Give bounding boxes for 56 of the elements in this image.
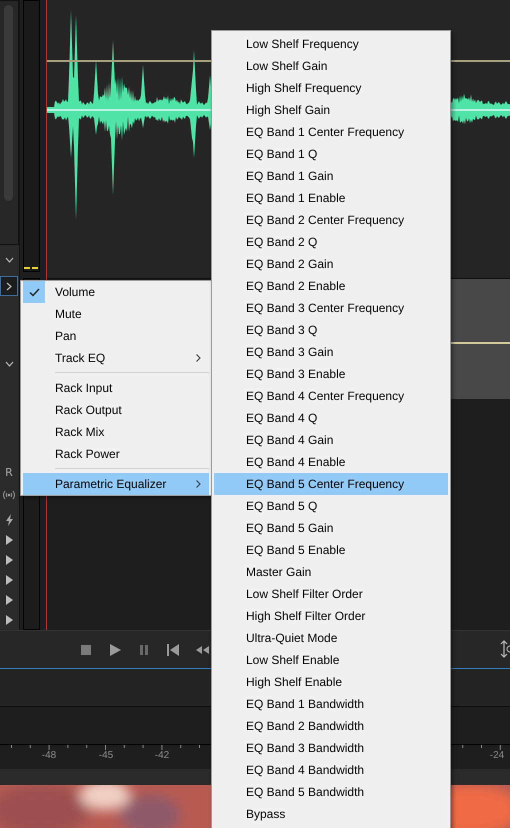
menu-item[interactable]: Bypass [214, 803, 448, 825]
menu-item[interactable]: Low Shelf Filter Order [214, 583, 448, 605]
menu-item[interactable]: EQ Band 5 Enable [214, 539, 448, 561]
expand-button[interactable] [0, 276, 18, 296]
ruler-label: -42 [154, 750, 170, 761]
menu-item[interactable]: Mute [23, 303, 209, 325]
menu-item[interactable]: Rack Mix [23, 421, 209, 443]
play-icon[interactable] [108, 642, 122, 656]
record-label[interactable]: R [0, 462, 18, 482]
menu-item[interactable]: EQ Band 3 Q [214, 319, 448, 341]
menu-item[interactable]: EQ Band 1 Gain [214, 165, 448, 187]
menu-item[interactable]: High Shelf Filter Order [214, 605, 448, 627]
pause-icon[interactable] [137, 642, 151, 656]
menu-item[interactable]: EQ Band 1 Enable [214, 187, 448, 209]
menu-item[interactable]: High Shelf Gain [214, 99, 448, 121]
menu-item[interactable]: EQ Band 4 Bandwidth [214, 759, 448, 781]
menu-item[interactable]: Master Gain [214, 561, 448, 583]
menu-item[interactable]: EQ Band 2 Q [214, 231, 448, 253]
menu-item[interactable]: EQ Band 4 Center Frequency [214, 385, 448, 407]
menu-item[interactable]: EQ Band 1 Q [214, 143, 448, 165]
menu-item[interactable]: EQ Band 5 Center Frequency [214, 473, 448, 495]
menu-item[interactable]: Low Shelf Enable [214, 649, 448, 671]
menu-item[interactable]: EQ Band 4 Gain [214, 429, 448, 451]
menu-item[interactable]: EQ Band 4 Enable [214, 451, 448, 473]
menu-item[interactable]: EQ Band 5 Q [214, 495, 448, 517]
menu-item[interactable]: EQ Band 1 Center Frequency [214, 121, 448, 143]
menu-item[interactable]: Ultra-Quiet Mode [214, 627, 448, 649]
menu-item[interactable]: EQ Band 3 Gain [214, 341, 448, 363]
menu-item[interactable]: EQ Band 5 Bandwidth [214, 781, 448, 803]
vertical-zoom-icon[interactable] [500, 640, 510, 658]
menu-item[interactable]: EQ Band 1 Bandwidth [214, 693, 448, 715]
chevron-right-icon [6, 282, 12, 291]
menu-item[interactable]: Low Shelf Frequency [214, 33, 448, 55]
menu-item[interactable]: EQ Band 3 Center Frequency [214, 297, 448, 319]
menu-item[interactable]: EQ Band 3 Enable [214, 363, 448, 385]
menu-item[interactable]: EQ Band 2 Enable [214, 275, 448, 297]
menu-item[interactable]: Track EQ [23, 347, 209, 369]
menu-item[interactable]: Rack Input [23, 377, 209, 399]
menu-item[interactable]: EQ Band 4 Q [214, 407, 448, 429]
skip-back-icon[interactable] [166, 642, 180, 656]
ruler-label: -48 [42, 750, 56, 761]
menu-item[interactable]: Rack Output [23, 399, 209, 421]
menu-item[interactable]: High Shelf Frequency [214, 77, 448, 99]
menu-item[interactable]: EQ Band 2 Bandwidth [214, 715, 448, 737]
menu-item[interactable]: Rack Power [23, 443, 209, 465]
menu-item[interactable]: Low Shelf Gain [214, 55, 448, 77]
stop-icon[interactable] [79, 642, 93, 656]
menu-item[interactable]: Pan [23, 325, 209, 347]
menu-item[interactable]: Volume [23, 281, 209, 303]
ruler-label: -45 [98, 750, 114, 761]
menu-item[interactable]: Parametric Equalizer [23, 473, 209, 495]
menu-item[interactable]: EQ Band 2 Center Frequency [214, 209, 448, 231]
ruler-label: -24 [490, 750, 504, 761]
menu-item[interactable]: EQ Band 2 Gain [214, 253, 448, 275]
menu-item[interactable]: EQ Band 3 Bandwidth [214, 737, 448, 759]
menu-item[interactable]: EQ Band 5 Gain [214, 517, 448, 539]
